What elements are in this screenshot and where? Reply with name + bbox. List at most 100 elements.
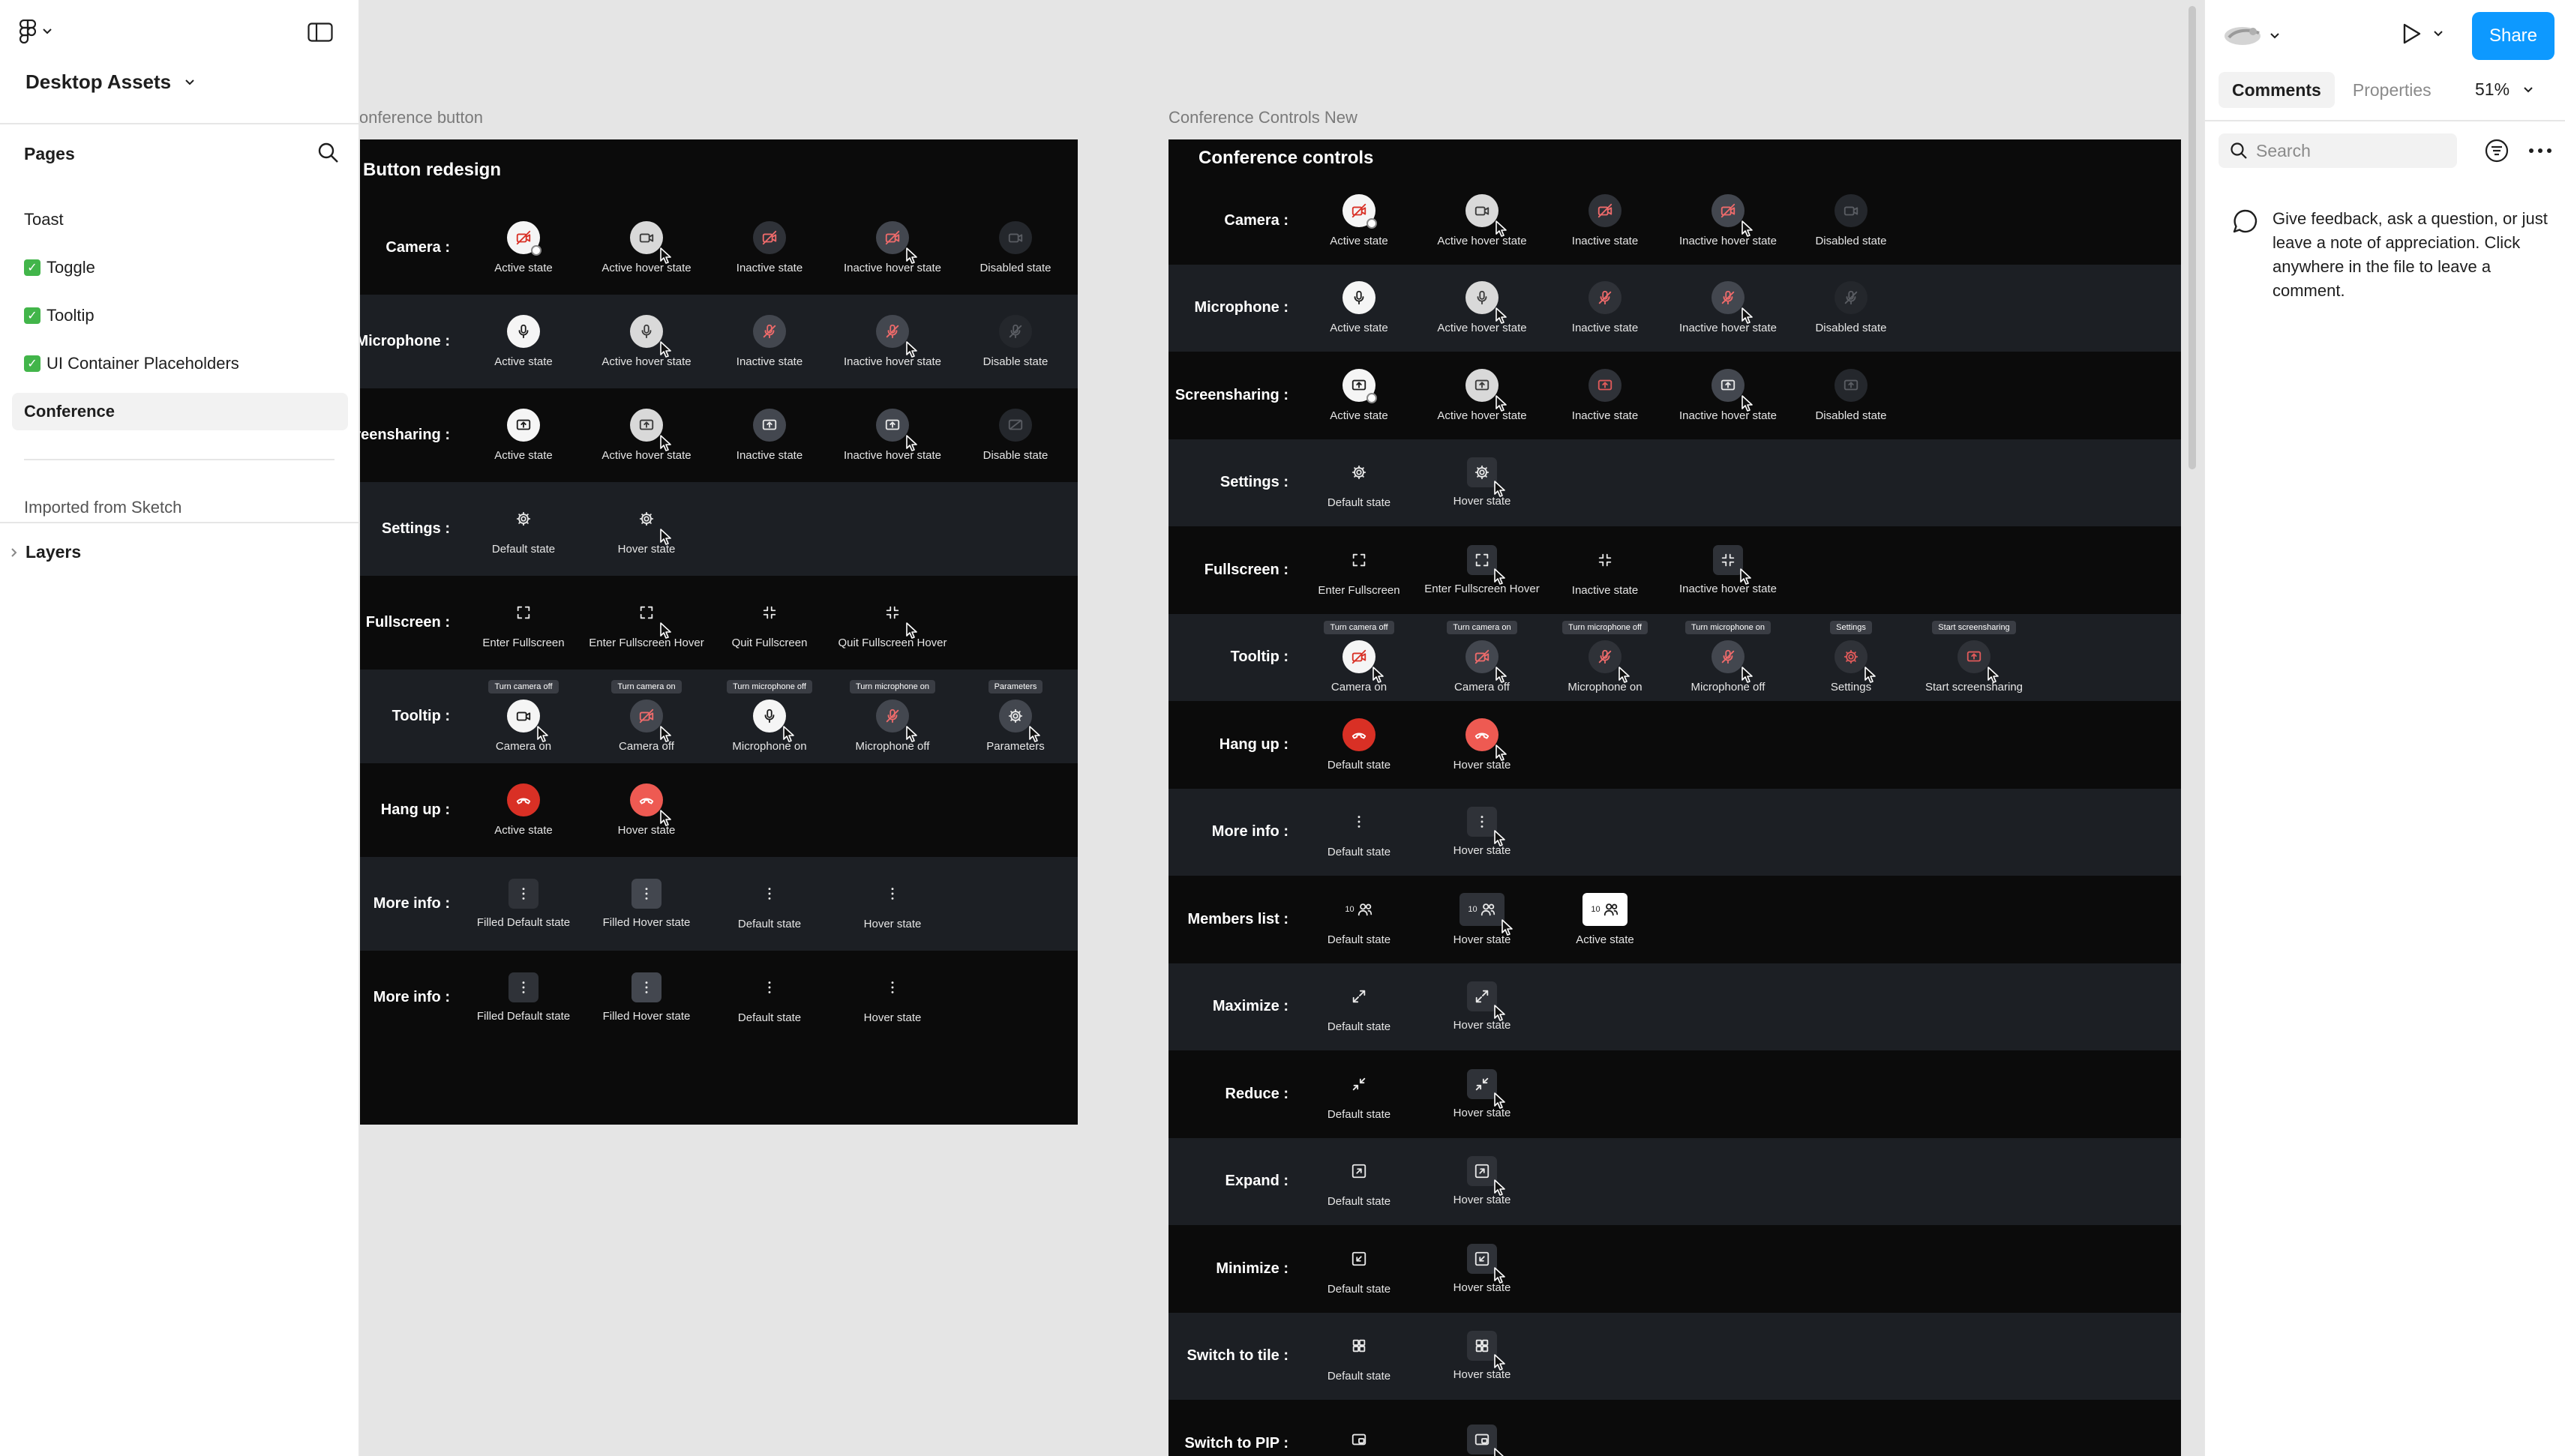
tab-comments[interactable]: Comments (2218, 72, 2335, 108)
pip-button[interactable] (1342, 1423, 1376, 1456)
page-item[interactable]: ✓ UI Container Placeholders (12, 345, 348, 382)
component-variant[interactable]: Hover state (1420, 1138, 1544, 1226)
gear-button[interactable] (999, 700, 1040, 742)
component-variant[interactable]: 10 Default state (1298, 876, 1420, 963)
camera-off-button[interactable] (630, 700, 671, 742)
component-variant[interactable]: 10 Hover state (1420, 876, 1544, 963)
component-variant[interactable]: Default state (1298, 1138, 1420, 1226)
frame-conference-controls-new[interactable]: Conference controls Camera : Active state… (1168, 139, 2181, 1456)
component-variant[interactable]: Default state (1298, 701, 1420, 789)
component-variant[interactable]: Enter Fullscreen (462, 576, 585, 670)
component-variant[interactable]: Disable state (954, 295, 1077, 388)
component-variant[interactable]: Turn microphone off Microphone on (708, 670, 831, 763)
component-variant[interactable]: Turn camera on Camera off (1420, 614, 1544, 702)
component-variant[interactable]: Default state (1298, 1050, 1420, 1138)
hang-up-button[interactable] (1342, 718, 1376, 751)
canvas-scrollbar[interactable] (2188, 6, 2196, 469)
more-vertical-button[interactable] (753, 971, 786, 1004)
component-variant[interactable]: Active hover state (1420, 265, 1544, 352)
gear-button[interactable] (1834, 640, 1876, 684)
component-variant[interactable]: Filled Hover state (585, 951, 708, 1044)
component-variant[interactable]: Active hover state (1420, 352, 1544, 439)
component-variant[interactable]: Inactive state (1544, 352, 1666, 439)
screenshare-button[interactable] (1958, 640, 1999, 684)
comment-search-input[interactable]: Search (2218, 133, 2457, 168)
page-imported-from-sketch[interactable]: Imported from Sketch (12, 489, 348, 526)
component-variant[interactable]: Disable state (954, 388, 1077, 482)
main-menu-button[interactable] (20, 19, 52, 43)
component-variant[interactable]: Inactive hover state (1666, 177, 1790, 265)
tile-button[interactable] (1342, 1329, 1376, 1362)
microphone-off-button[interactable] (1712, 281, 1753, 325)
component-variant[interactable]: Active state (462, 763, 585, 857)
component-variant[interactable]: Default state (1298, 1313, 1420, 1401)
more-vertical-button[interactable] (876, 971, 909, 1004)
component-variant[interactable]: Settings Settings (1790, 614, 1912, 702)
camera-off-button[interactable] (753, 221, 786, 254)
microphone-off-button[interactable] (876, 700, 917, 742)
camera-button[interactable] (507, 700, 548, 742)
component-variant[interactable] (1298, 1400, 1420, 1456)
screenshare-button[interactable] (1466, 368, 1507, 412)
screenshare-button[interactable] (753, 409, 786, 442)
component-variant[interactable]: Active hover state (585, 388, 708, 482)
component-variant[interactable]: Hover state (1420, 963, 1544, 1051)
microphone-off-button[interactable] (1712, 640, 1753, 684)
frame-title-conference-button[interactable]: Conference button (348, 108, 483, 127)
camera-off-button[interactable] (1342, 640, 1384, 684)
screenshare-button[interactable] (876, 409, 917, 451)
screenshare-button[interactable] (1588, 368, 1622, 402)
microphone-off-button[interactable] (1588, 281, 1622, 315)
component-variant[interactable]: Start screensharing Start screensharing (1912, 614, 2036, 702)
component-variant[interactable]: Disabled state (954, 201, 1077, 295)
component-variant[interactable]: Hover state (585, 482, 708, 576)
quit-fullscreen-button[interactable] (876, 596, 917, 639)
component-variant[interactable]: Disabled state (1790, 265, 1912, 352)
component-variant[interactable]: Inactive state (1544, 177, 1666, 265)
gear-button[interactable] (630, 502, 671, 545)
microphone-off-button[interactable] (1834, 281, 1868, 315)
tile-button[interactable] (1467, 1331, 1505, 1371)
component-variant[interactable]: Turn microphone on Microphone off (831, 670, 954, 763)
camera-button[interactable] (1466, 193, 1507, 237)
component-variant[interactable]: Inactive hover state (831, 295, 954, 388)
more-vertical-button[interactable] (876, 877, 909, 910)
component-variant[interactable]: Hover state (1420, 439, 1544, 527)
component-variant[interactable]: Turn microphone off Microphone on (1544, 614, 1666, 702)
camera-button[interactable] (999, 221, 1032, 254)
component-variant[interactable]: Inactive hover state (1666, 526, 1790, 614)
expand-button[interactable] (1467, 1156, 1505, 1197)
component-variant[interactable]: Turn camera off Camera on (1298, 614, 1420, 702)
maximize-button[interactable] (1467, 981, 1505, 1022)
component-variant[interactable]: Inactive hover state (1666, 265, 1790, 352)
camera-off-button[interactable] (876, 221, 917, 264)
component-variant[interactable]: Disabled state (1790, 177, 1912, 265)
component-variant[interactable]: Default state (708, 951, 831, 1044)
multiplayer-avatar-button[interactable] (2223, 21, 2280, 51)
toggle-sidebar-button[interactable] (308, 22, 333, 42)
component-variant[interactable]: Default state (1298, 963, 1420, 1051)
component-variant[interactable]: Inactive state (1544, 265, 1666, 352)
component-variant[interactable]: Active state (462, 388, 585, 482)
component-variant[interactable]: Hover state (1420, 1225, 1544, 1313)
pages-search-button[interactable] (316, 141, 340, 165)
screenshare-button[interactable] (507, 409, 540, 442)
component-variant[interactable]: Active state (462, 295, 585, 388)
microphone-button[interactable] (507, 315, 540, 348)
component-variant[interactable]: Hover state (1420, 701, 1544, 789)
maximize-button[interactable] (1342, 980, 1376, 1013)
quit-fullscreen-button[interactable] (1588, 544, 1622, 577)
component-variant[interactable]: Disabled state (1790, 352, 1912, 439)
quit-fullscreen-button[interactable] (1713, 544, 1751, 585)
more-vertical-button[interactable] (1467, 807, 1505, 847)
component-variant[interactable]: Active hover state (1420, 177, 1544, 265)
share-button[interactable]: Share (2472, 12, 2554, 60)
component-variant[interactable]: Inactive state (708, 201, 831, 295)
component-variant[interactable]: Parameters Parameters (954, 670, 1077, 763)
members-button[interactable]: 10 (1460, 892, 1513, 936)
hang-up-button[interactable] (1466, 718, 1507, 761)
members-button[interactable]: 10 (1582, 892, 1628, 926)
component-variant[interactable]: Active state (1298, 177, 1420, 265)
file-name-button[interactable]: Desktop Assets (26, 70, 195, 94)
component-variant[interactable]: Quit Fullscreen (708, 576, 831, 670)
